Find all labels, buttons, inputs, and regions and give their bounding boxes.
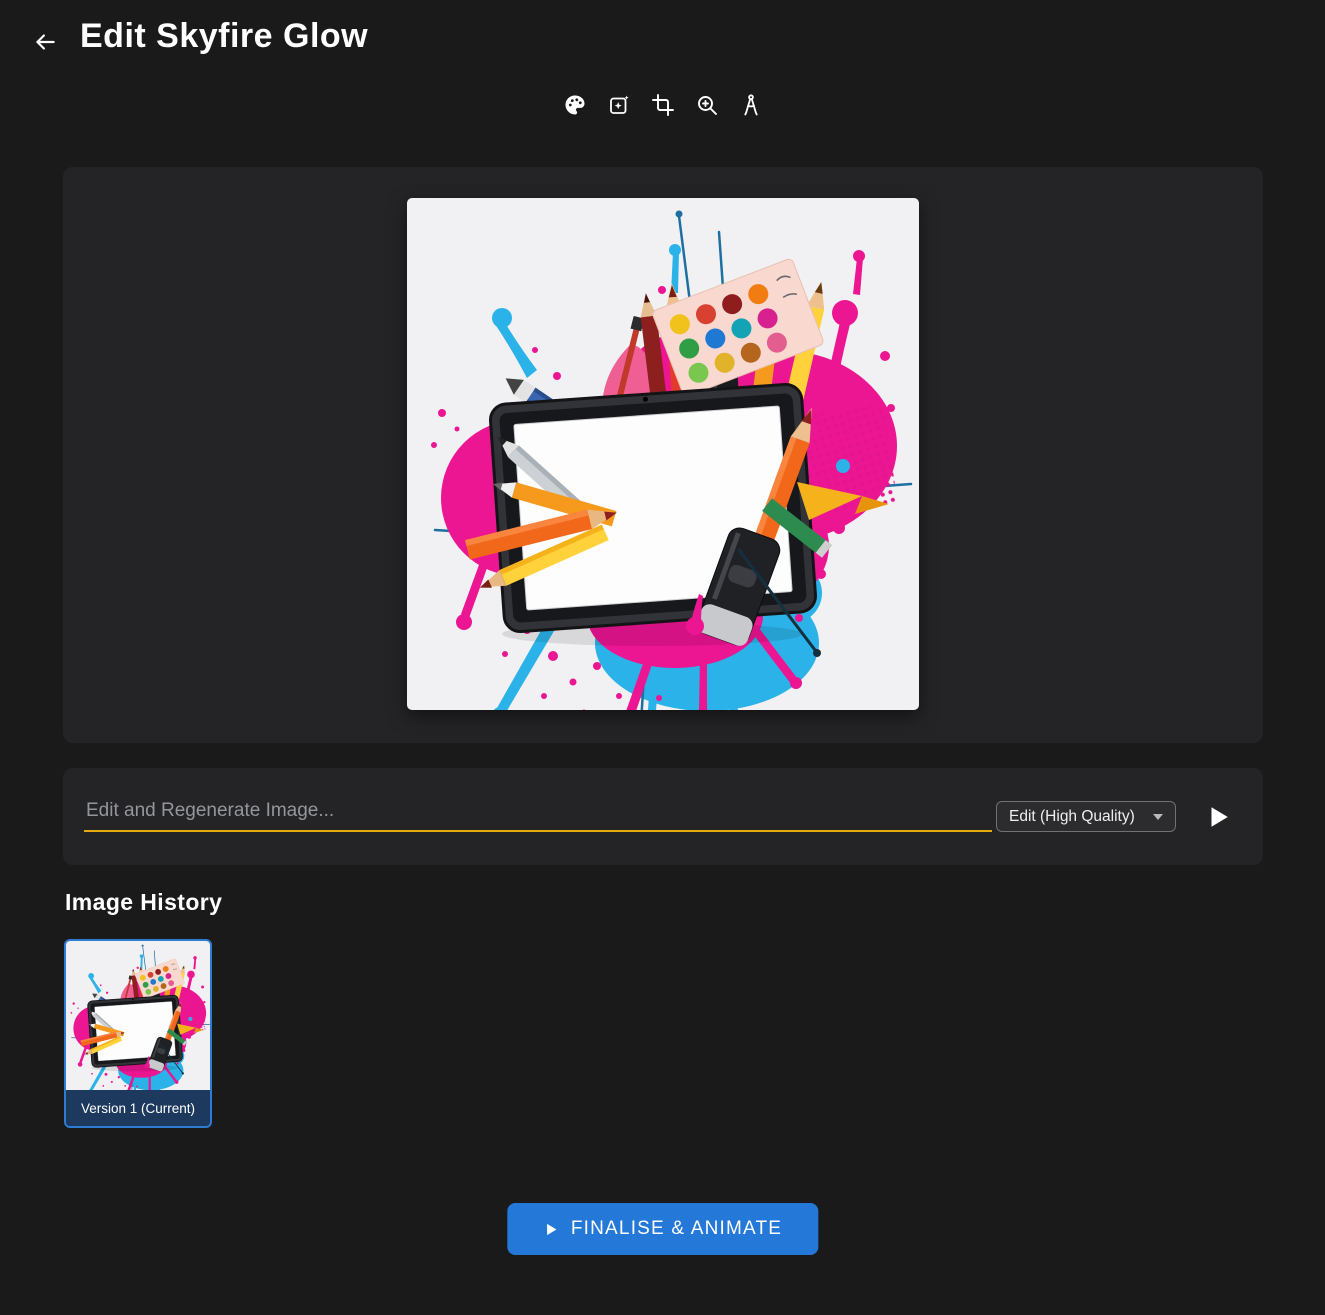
image-history-title: Image History bbox=[65, 889, 222, 916]
palette-icon[interactable] bbox=[563, 93, 587, 117]
quality-mode-value: Edit (High Quality) bbox=[1009, 808, 1135, 826]
image-preview-panel bbox=[63, 167, 1263, 743]
arrow-left-icon bbox=[32, 29, 58, 55]
finalise-animate-label: FINALISE & ANIMATE bbox=[571, 1218, 782, 1240]
prompt-panel: Edit (High Quality) bbox=[63, 768, 1263, 865]
compass-icon[interactable] bbox=[739, 93, 763, 117]
zoom-in-icon[interactable] bbox=[695, 93, 719, 117]
edit-prompt-input[interactable] bbox=[84, 792, 992, 832]
image-enhance-icon[interactable] bbox=[607, 93, 631, 117]
run-edit-button[interactable] bbox=[1203, 802, 1233, 832]
crop-icon[interactable] bbox=[651, 93, 675, 117]
play-icon bbox=[543, 1222, 558, 1237]
history-item-label: Version 1 (Current) bbox=[66, 1090, 210, 1126]
edit-toolbar bbox=[0, 93, 1325, 117]
history-thumbnail bbox=[66, 941, 210, 1090]
finalise-animate-button[interactable]: FINALISE & ANIMATE bbox=[507, 1203, 818, 1255]
quality-mode-select[interactable]: Edit (High Quality) bbox=[996, 801, 1176, 832]
chevron-down-icon bbox=[1153, 814, 1163, 820]
page-title: Edit Skyfire Glow bbox=[80, 17, 368, 56]
history-item-version-1[interactable]: Version 1 (Current) bbox=[64, 939, 212, 1128]
current-image bbox=[407, 198, 919, 710]
play-icon bbox=[1205, 804, 1231, 830]
back-button[interactable] bbox=[30, 27, 60, 57]
